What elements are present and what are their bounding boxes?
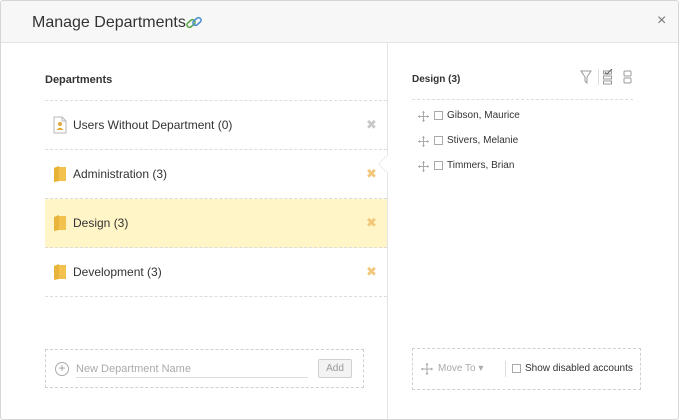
show-disabled-label[interactable]: Show disabled accounts <box>525 363 633 374</box>
folder-icon <box>54 166 66 182</box>
department-list: Users Without Department (0) ✖ Administr… <box>45 100 387 297</box>
member-name: Timmers, Brian <box>447 160 515 171</box>
department-label: Users Without Department (0) <box>73 118 233 132</box>
members-footer: Move To ▾ Show disabled accounts <box>412 348 641 390</box>
new-department-input[interactable] <box>76 360 308 378</box>
link-icon[interactable] <box>185 15 203 31</box>
add-department-button[interactable]: Add <box>318 359 352 378</box>
show-disabled-checkbox[interactable] <box>512 364 521 373</box>
member-checkbox[interactable] <box>434 111 443 120</box>
member-row: Gibson, Maurice <box>418 108 633 133</box>
folder-icon <box>54 215 66 231</box>
drag-handle-icon[interactable] <box>418 161 429 172</box>
delete-department-icon[interactable]: ✖ <box>366 167 377 181</box>
delete-department-icon[interactable]: ✖ <box>366 265 377 279</box>
member-checkbox[interactable] <box>434 136 443 145</box>
select-all-icon[interactable] <box>602 69 614 85</box>
toolbar-separator <box>598 69 599 85</box>
member-list: Gibson, Maurice Stivers, Melanie Timmers… <box>418 108 633 183</box>
department-row-users-without-department[interactable]: Users Without Department (0) ✖ <box>45 101 387 150</box>
member-name: Gibson, Maurice <box>447 110 520 121</box>
filter-icon[interactable] <box>580 69 592 85</box>
delete-department-icon[interactable]: ✖ <box>366 216 377 230</box>
members-toolbar <box>580 69 640 87</box>
department-label: Development (3) <box>73 265 162 279</box>
delete-department-icon: ✖ <box>366 117 377 132</box>
dialog-header: Manage Departments × <box>1 1 678 43</box>
footer-separator <box>505 361 506 377</box>
department-label: Design (3) <box>73 216 129 230</box>
move-to-dropdown[interactable]: Move To ▾ <box>438 363 483 374</box>
member-checkbox[interactable] <box>434 161 443 170</box>
department-label: Administration (3) <box>73 167 168 181</box>
drag-handle-icon[interactable] <box>418 111 429 122</box>
department-row-development[interactable]: Development (3) ✖ <box>45 248 387 297</box>
close-icon[interactable]: × <box>657 12 666 30</box>
new-department-form: + Add <box>45 349 364 388</box>
department-members-panel: Design (3) Gibson, Maurice Stivers, Mela… <box>388 43 678 419</box>
user-card-icon <box>53 116 67 134</box>
departments-heading: Departments <box>45 74 113 86</box>
folder-icon <box>54 264 66 280</box>
department-row-design[interactable]: Design (3) ✖ <box>45 199 387 248</box>
move-icon <box>421 363 433 375</box>
selection-pointer <box>379 155 388 173</box>
member-name: Stivers, Melanie <box>447 135 519 146</box>
departments-panel: Departments Users Without Department (0)… <box>1 43 387 419</box>
plus-circle-icon: + <box>55 362 69 376</box>
drag-handle-icon[interactable] <box>418 136 429 147</box>
member-row: Stivers, Melanie <box>418 133 633 158</box>
dialog-title: Manage Departments <box>32 14 186 31</box>
member-row: Timmers, Brian <box>418 158 633 183</box>
columns-icon[interactable] <box>622 69 634 85</box>
selected-department-title: Design (3) <box>412 74 461 85</box>
manage-departments-dialog: Manage Departments × Departments Users W… <box>0 0 679 420</box>
members-separator <box>412 99 633 100</box>
department-row-administration[interactable]: Administration (3) ✖ <box>45 150 387 199</box>
